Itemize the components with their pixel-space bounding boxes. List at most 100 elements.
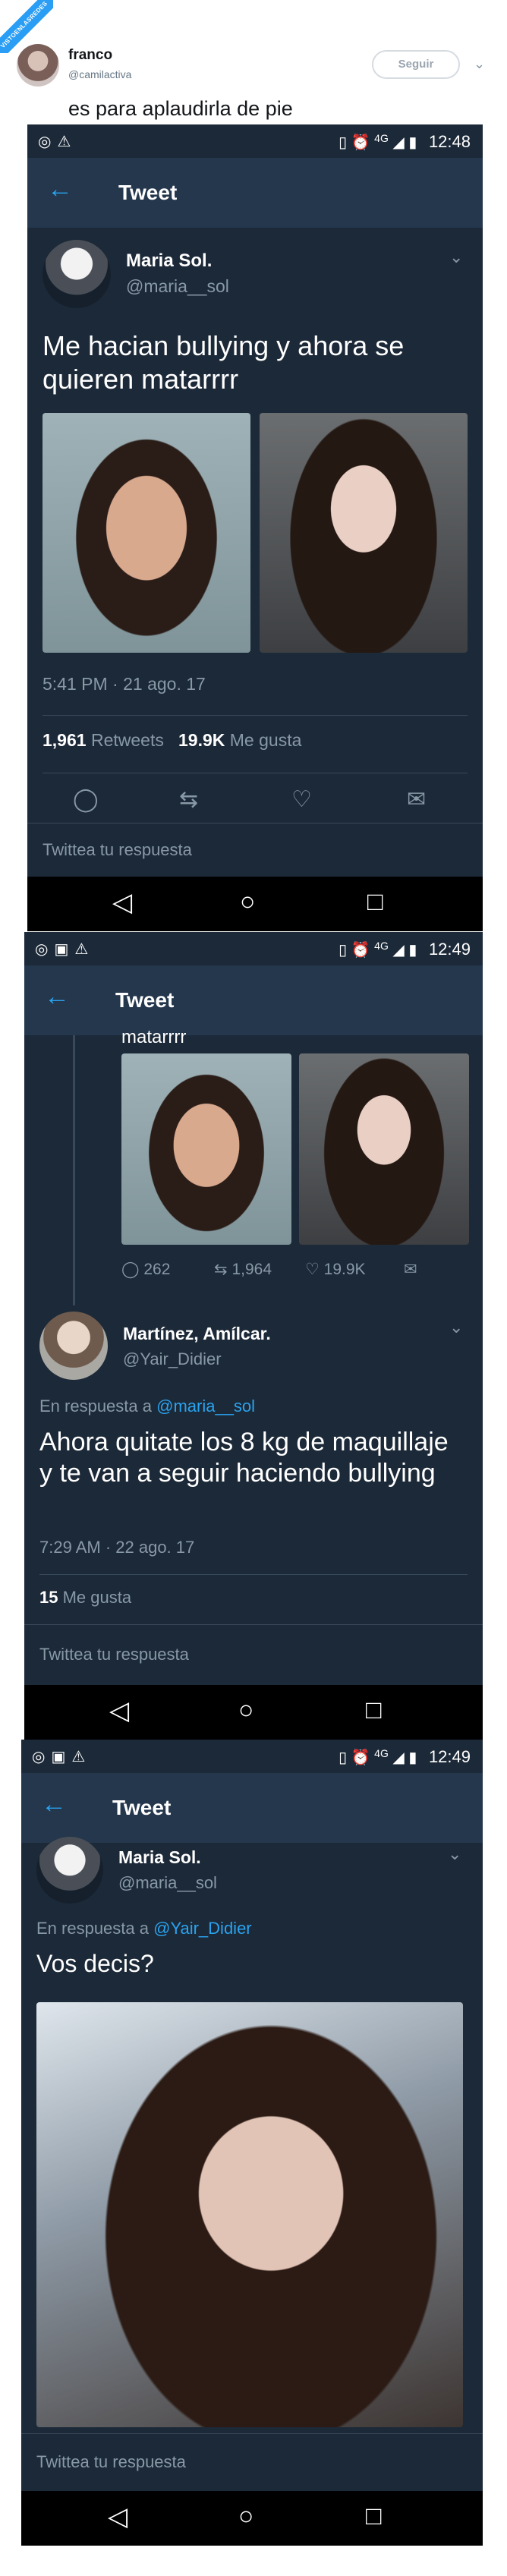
retweets-label[interactable]: Retweets [91, 730, 164, 750]
avatar[interactable] [43, 240, 111, 308]
follow-button[interactable]: Seguir [372, 50, 460, 79]
network-label: 4G [374, 940, 389, 952]
tweet-author-name[interactable]: Maria Sol. [126, 250, 212, 272]
home-circle-icon[interactable]: ○ [238, 2502, 254, 2531]
warning-icon: ⚠ [57, 134, 77, 150]
reply-mention-link[interactable]: @maria__sol [156, 1397, 255, 1416]
recents-square-icon[interactable]: □ [367, 887, 383, 917]
message-icon[interactable]: ✉ [407, 786, 426, 813]
reply-bar[interactable]: Twittea tu respuesta [27, 823, 483, 877]
likes-label[interactable]: Me gusta [230, 730, 302, 750]
screenshot-panel-2: ◎▣⚠ ▯ ⏰ 4G ◢ ▮ 12:49 ← Tweet matarrrr ◯ … [24, 932, 483, 1740]
retweet-action[interactable]: ⇆ 1,964 [214, 1260, 272, 1279]
app-bar: ← Tweet [21, 1773, 483, 1843]
tweet-photo-after[interactable] [260, 413, 468, 653]
likes-count: 19.9K [323, 1261, 366, 1278]
back-arrow-icon[interactable]: ← [47, 175, 73, 204]
tweet-photo-before[interactable] [43, 413, 250, 653]
screenshot-panel-3: ◎▣⚠ ▯ ⏰ 4G ◢ ▮ 12:49 ← Tweet Maria Sol. … [21, 1740, 483, 2546]
reply-icon: ◯ [121, 1261, 140, 1278]
outer-tweet-text: es para aplaudirla de pie [68, 97, 293, 120]
reply-prefix: En respuesta a [39, 1397, 152, 1416]
status-time: 12:48 [428, 132, 471, 151]
divider [43, 715, 468, 716]
app-bar: ← Tweet [24, 965, 483, 1035]
likes-label[interactable]: Me gusta [63, 1588, 132, 1607]
tweet-author-name[interactable]: Maria Sol. [118, 1847, 201, 1868]
outer-author-handle[interactable]: @camilactiva [68, 68, 131, 80]
app-bar-title: Tweet [112, 1796, 172, 1819]
status-time: 12:49 [428, 1747, 471, 1766]
page: VISTOENLASREDES franco @camilactiva Segu… [0, 0, 507, 2576]
outer-avatar[interactable] [17, 44, 59, 87]
tweet-timestamp: 5:41 PM · 21 ago. 17 [43, 674, 206, 694]
tweet-author-name[interactable]: Martínez, Amílcar. [123, 1324, 271, 1344]
tweet-photo-before[interactable] [121, 1053, 291, 1245]
chevron-down-icon[interactable]: ⌄ [449, 1318, 463, 1337]
reply-mention-link[interactable]: @Yair_Didier [153, 1919, 252, 1938]
likes-count[interactable]: 15 [39, 1588, 58, 1607]
recents-square-icon[interactable]: □ [366, 1696, 382, 1725]
app-bar: ← Tweet [27, 158, 483, 228]
tweet-author-handle[interactable]: @maria__sol [118, 1873, 217, 1893]
avatar[interactable] [39, 1312, 108, 1380]
back-arrow-icon[interactable]: ← [44, 982, 70, 1012]
app-bar-title: Tweet [115, 988, 175, 1012]
status-right: ▯ ⏰ 4G ◢ ▮ 12:49 [339, 940, 471, 959]
android-nav-bar: ◁ ○ □ [27, 877, 483, 931]
back-triangle-icon[interactable]: ◁ [112, 887, 132, 918]
chevron-down-icon[interactable]: ⌄ [448, 1844, 461, 1864]
status-right: ▯ ⏰ 4G ◢ ▮ 12:48 [339, 132, 471, 152]
back-arrow-icon[interactable]: ← [41, 1790, 67, 1819]
android-nav-bar: ◁ ○ □ [24, 1685, 483, 1740]
tweet-stats: 15 Me gusta [39, 1588, 131, 1608]
avatar[interactable] [36, 1837, 103, 1904]
reply-icon[interactable]: ◯ [73, 786, 99, 813]
reply-bar[interactable]: Twittea tu respuesta [21, 2433, 483, 2491]
tweet-photo-after[interactable] [299, 1053, 469, 1245]
signal-icon: ◢ [392, 1749, 405, 1766]
reply-input[interactable]: Twittea tu respuesta [43, 840, 192, 860]
vibrate-icon: ▯ [339, 1749, 348, 1766]
image-icon: ▣ [51, 1749, 72, 1765]
image-icon: ▣ [54, 941, 75, 958]
warning-icon: ⚠ [71, 1749, 92, 1765]
vibrate-icon: ▯ [339, 942, 348, 959]
signal-icon: ◢ [392, 942, 405, 959]
reply-bar[interactable]: Twittea tu respuesta [24, 1624, 483, 1685]
back-triangle-icon[interactable]: ◁ [109, 1696, 129, 1726]
status-bar: ◎⚠ ▯ ⏰ 4G ◢ ▮ 12:48 [27, 124, 483, 158]
home-circle-icon[interactable]: ○ [238, 1696, 254, 1725]
battery-icon: ▮ [408, 942, 417, 959]
tweet-photo[interactable] [36, 2002, 463, 2427]
tweet-author-handle[interactable]: @Yair_Didier [123, 1349, 222, 1369]
outer-author-name[interactable]: franco [68, 47, 112, 64]
reply-context: En respuesta a @maria__sol [39, 1397, 255, 1416]
reply-input[interactable]: Twittea tu respuesta [39, 1645, 189, 1664]
tweet-timestamp: 7:29 AM · 22 ago. 17 [39, 1538, 195, 1557]
reply-input[interactable]: Twittea tu respuesta [36, 2452, 186, 2472]
reply-prefix: En respuesta a [36, 1919, 149, 1938]
warning-icon: ⚠ [74, 941, 95, 958]
recents-square-icon[interactable]: □ [366, 2502, 382, 2531]
like-action[interactable]: ♡ 19.9K [305, 1260, 366, 1279]
reply-action[interactable]: ◯ 262 [121, 1260, 170, 1279]
chevron-down-icon[interactable]: ⌄ [449, 247, 463, 267]
chevron-down-icon[interactable]: ⌄ [474, 56, 485, 72]
status-left-icons: ◎▣⚠ [32, 1747, 91, 1766]
status-bar: ◎▣⚠ ▯ ⏰ 4G ◢ ▮ 12:49 [21, 1740, 483, 1773]
divider [39, 1574, 468, 1575]
home-circle-icon[interactable]: ○ [240, 887, 256, 917]
vibrate-icon: ▯ [339, 134, 348, 151]
retweets-count[interactable]: 1,961 [43, 730, 87, 750]
network-label: 4G [374, 1747, 389, 1759]
tweet-text: Vos decis? [36, 1950, 154, 1977]
battery-icon: ▮ [408, 134, 417, 151]
message-icon[interactable]: ✉ [404, 1260, 417, 1279]
likes-count[interactable]: 19.9K [178, 730, 225, 750]
back-triangle-icon[interactable]: ◁ [108, 2502, 128, 2532]
heart-icon: ♡ [305, 1261, 320, 1278]
heart-icon[interactable]: ♡ [291, 786, 312, 813]
tweet-author-handle[interactable]: @maria__sol [126, 276, 229, 297]
retweet-icon[interactable]: ⇆ [179, 786, 198, 813]
